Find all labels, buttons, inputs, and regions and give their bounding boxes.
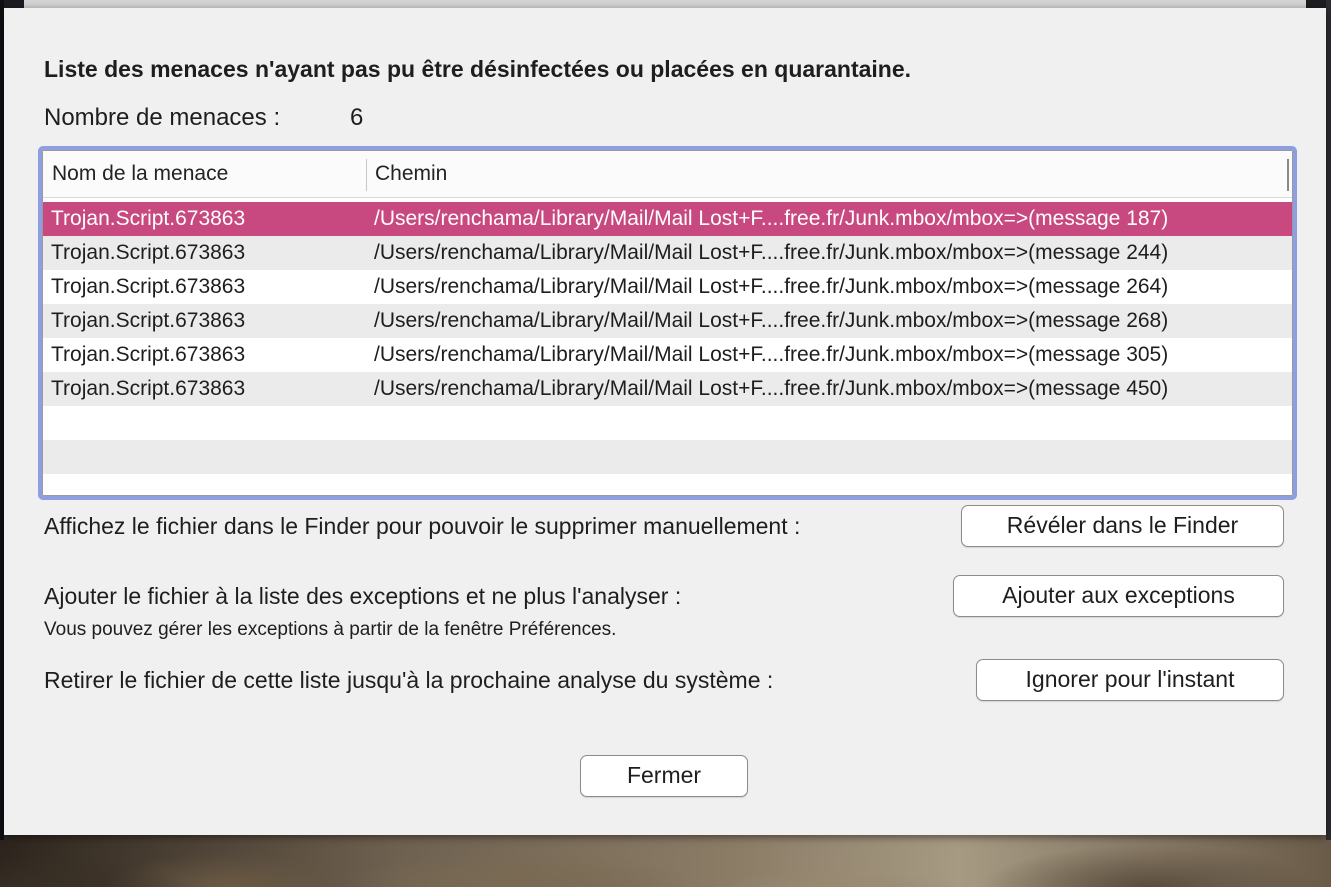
threat-path-cell: /Users/renchama/Library/Mail/Mail Lost+F… xyxy=(374,343,1169,366)
threat-name-cell: Trojan.Script.673863 xyxy=(51,241,246,264)
table-row[interactable]: Trojan.Script.673863 /Users/renchama/Lib… xyxy=(43,202,1292,236)
threat-count-label: Nombre de menaces : xyxy=(44,104,281,131)
column-header-path[interactable]: Chemin xyxy=(375,151,447,197)
table-row[interactable]: Trojan.Script.673863 /Users/renchama/Lib… xyxy=(43,338,1292,372)
ignore-for-now-button[interactable]: Ignorer pour l'instant xyxy=(976,659,1284,701)
reveal-instruction: Affichez le fichier dans le Finder pour … xyxy=(44,513,801,539)
table-body: Trojan.Script.673863 /Users/renchama/Lib… xyxy=(43,202,1292,495)
threats-dialog: Liste des menaces n'ayant pas pu être dé… xyxy=(4,8,1326,835)
exception-instruction: Ajouter le fichier à la liste des except… xyxy=(44,583,682,609)
window-edge-right xyxy=(1326,0,1331,840)
table-row[interactable]: Trojan.Script.673863 /Users/renchama/Lib… xyxy=(43,236,1292,270)
threat-path-cell: /Users/renchama/Library/Mail/Mail Lost+F… xyxy=(374,275,1169,298)
threats-table-focus-ring: Nom de la menace Chemin Trojan.Script.67… xyxy=(38,146,1297,500)
threat-name-cell: Trojan.Script.673863 xyxy=(51,309,246,332)
threat-name-cell: Trojan.Script.673863 xyxy=(51,343,246,366)
empty-table-row xyxy=(43,406,1292,440)
table-header: Nom de la menace Chemin xyxy=(43,151,1292,198)
table-row[interactable]: Trojan.Script.673863 /Users/renchama/Lib… xyxy=(43,304,1292,338)
threat-name-cell: Trojan.Script.673863 xyxy=(51,275,246,298)
threat-count-value: 6 xyxy=(350,104,364,131)
column-header-threat-name[interactable]: Nom de la menace xyxy=(52,151,228,197)
ignore-instruction: Retirer le fichier de cette liste jusqu'… xyxy=(44,667,774,693)
add-to-exceptions-button[interactable]: Ajouter aux exceptions xyxy=(953,575,1284,617)
dialog-title: Liste des menaces n'ayant pas pu être dé… xyxy=(44,56,912,82)
column-resize-handle[interactable] xyxy=(1287,159,1289,191)
column-separator[interactable] xyxy=(366,159,367,191)
threat-name-cell: Trojan.Script.673863 xyxy=(51,377,246,400)
threat-path-cell: /Users/renchama/Library/Mail/Mail Lost+F… xyxy=(374,309,1169,332)
table-row[interactable]: Trojan.Script.673863 /Users/renchama/Lib… xyxy=(43,372,1292,406)
table-row[interactable]: Trojan.Script.673863 /Users/renchama/Lib… xyxy=(43,270,1292,304)
exception-hint: Vous pouvez gérer les exceptions à parti… xyxy=(44,619,617,640)
reveal-in-finder-button[interactable]: Révéler dans le Finder xyxy=(961,505,1284,547)
close-button[interactable]: Fermer xyxy=(580,755,748,797)
threats-table[interactable]: Nom de la menace Chemin Trojan.Script.67… xyxy=(42,150,1293,496)
threat-path-cell: /Users/renchama/Library/Mail/Mail Lost+F… xyxy=(374,377,1169,400)
empty-table-row xyxy=(43,440,1292,474)
threat-name-cell: Trojan.Script.673863 xyxy=(51,207,246,230)
desktop-background xyxy=(0,827,1331,887)
empty-table-row xyxy=(43,474,1292,495)
threat-path-cell: /Users/renchama/Library/Mail/Mail Lost+F… xyxy=(374,241,1169,264)
threat-path-cell: /Users/renchama/Library/Mail/Mail Lost+F… xyxy=(374,207,1169,230)
